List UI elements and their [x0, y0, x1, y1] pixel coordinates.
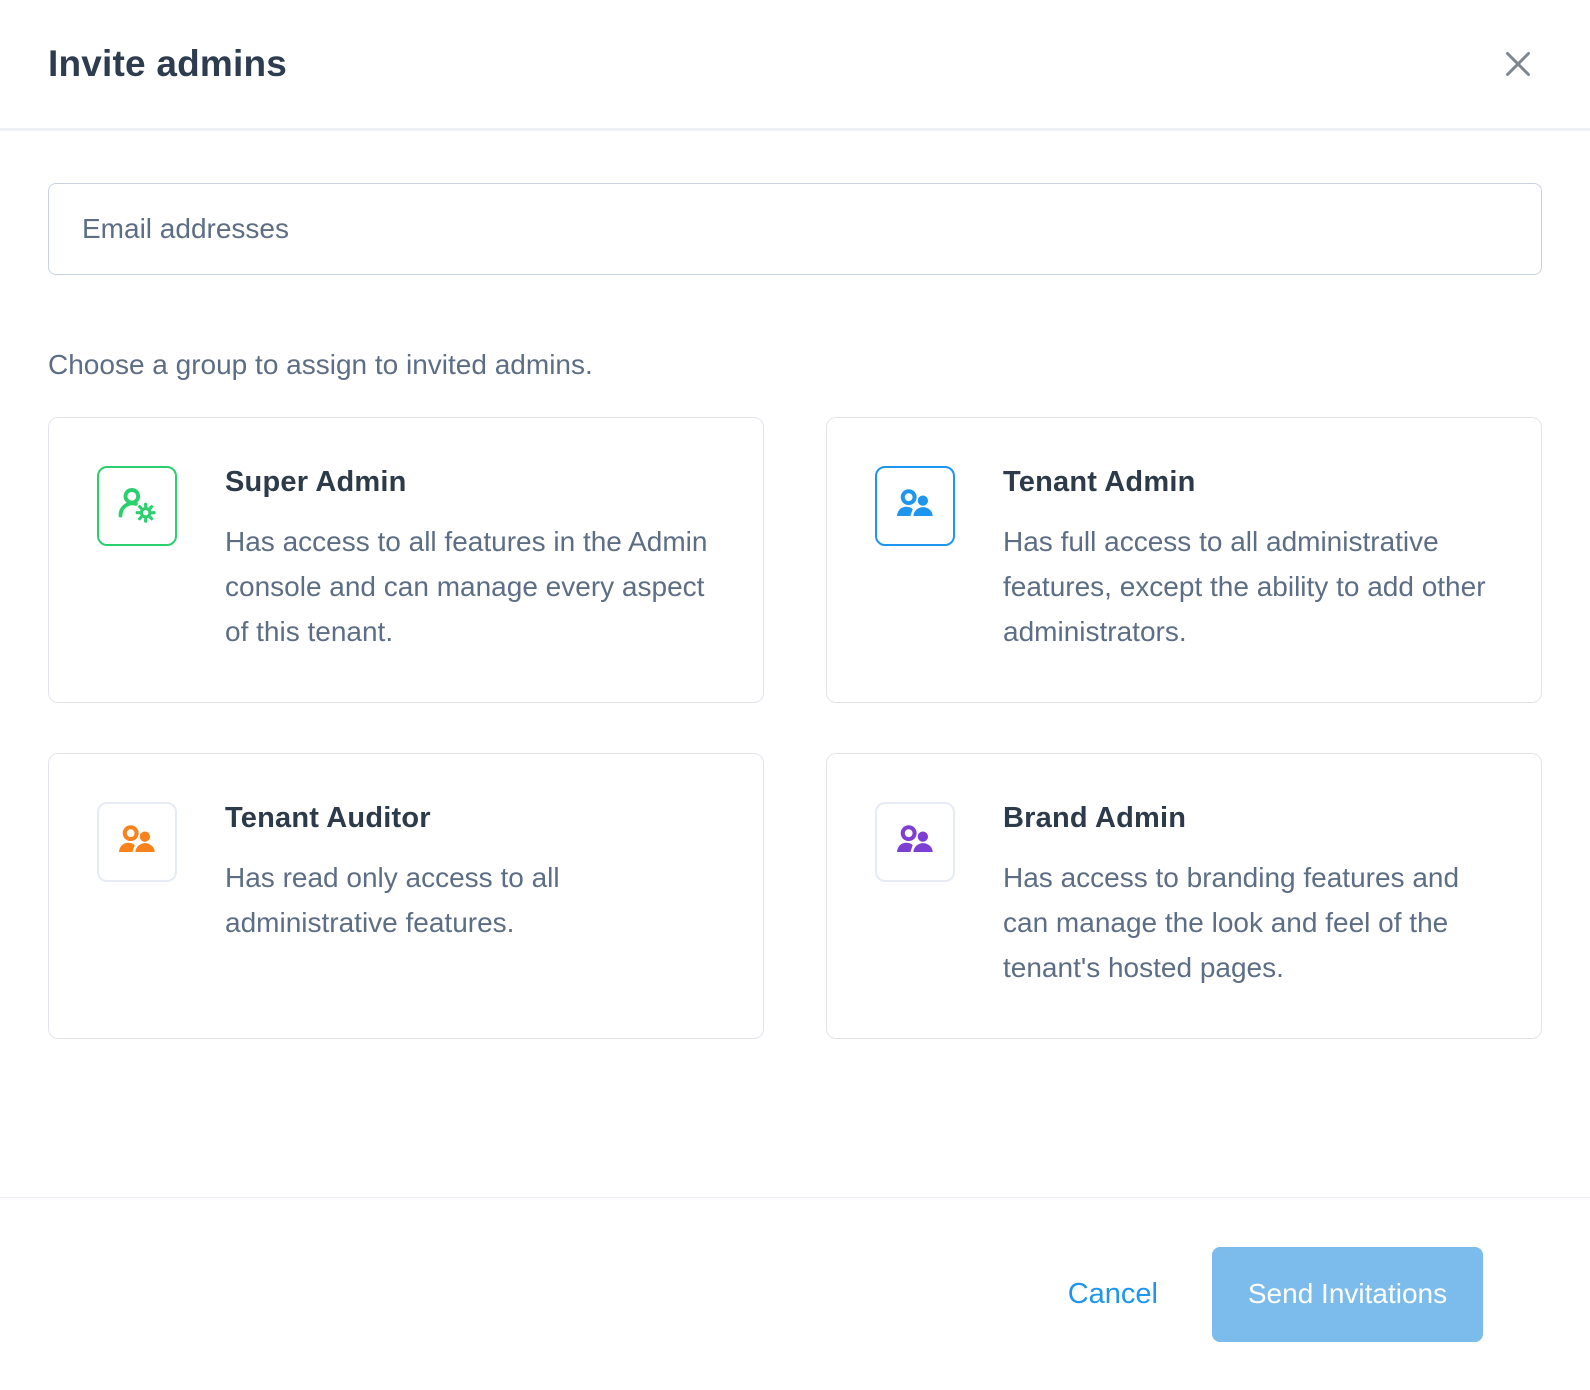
email-addresses-input[interactable]: [48, 183, 1542, 275]
brand-admin-text: Brand Admin Has access to branding featu…: [1003, 802, 1493, 990]
users-icon: [892, 819, 938, 865]
user-gear-icon: [114, 483, 160, 529]
group-card-brand-admin[interactable]: Brand Admin Has access to branding featu…: [826, 753, 1542, 1039]
group-card-description: Has read only access to all administrati…: [225, 862, 560, 938]
group-card-description: Has access to branding features and can …: [1003, 862, 1460, 983]
group-card-description: Has access to all features in the Admin …: [225, 526, 708, 647]
tenant-admin-icon-box: [875, 466, 955, 546]
cancel-button[interactable]: Cancel: [1064, 1270, 1162, 1319]
modal-footer: Cancel Send Invitations: [0, 1197, 1590, 1390]
super-admin-text: Super Admin Has access to all features i…: [225, 466, 715, 654]
group-card-title: Brand Admin: [1003, 802, 1187, 834]
group-card-tenant-admin[interactable]: Tenant Admin Has full access to all admi…: [826, 417, 1542, 703]
group-cards-grid: Super Admin Has access to all features i…: [48, 417, 1542, 1039]
tenant-auditor-text: Tenant Auditor Has read only access to a…: [225, 802, 715, 945]
users-icon: [892, 483, 938, 529]
close-icon: [1500, 46, 1536, 82]
close-button[interactable]: [1496, 42, 1540, 86]
tenant-admin-text: Tenant Admin Has full access to all admi…: [1003, 466, 1493, 654]
brand-admin-icon-box: [875, 802, 955, 882]
super-admin-icon-box: [97, 466, 177, 546]
group-card-title: Tenant Admin: [1003, 466, 1196, 498]
send-invitations-button[interactable]: Send Invitations: [1212, 1246, 1483, 1342]
group-card-super-admin[interactable]: Super Admin Has access to all features i…: [48, 417, 764, 703]
users-icon: [114, 819, 160, 865]
modal-header: Invite admins: [0, 0, 1590, 131]
choose-group-label: Choose a group to assign to invited admi…: [48, 349, 593, 380]
group-card-title: Super Admin: [225, 466, 407, 498]
tenant-auditor-icon-box: [97, 802, 177, 882]
modal-body: Choose a group to assign to invited admi…: [0, 131, 1590, 1197]
group-card-description: Has full access to all administrative fe…: [1003, 526, 1486, 647]
group-card-title: Tenant Auditor: [225, 802, 431, 834]
group-card-tenant-auditor[interactable]: Tenant Auditor Has read only access to a…: [48, 753, 764, 1039]
page-title: Invite admins: [48, 43, 288, 84]
